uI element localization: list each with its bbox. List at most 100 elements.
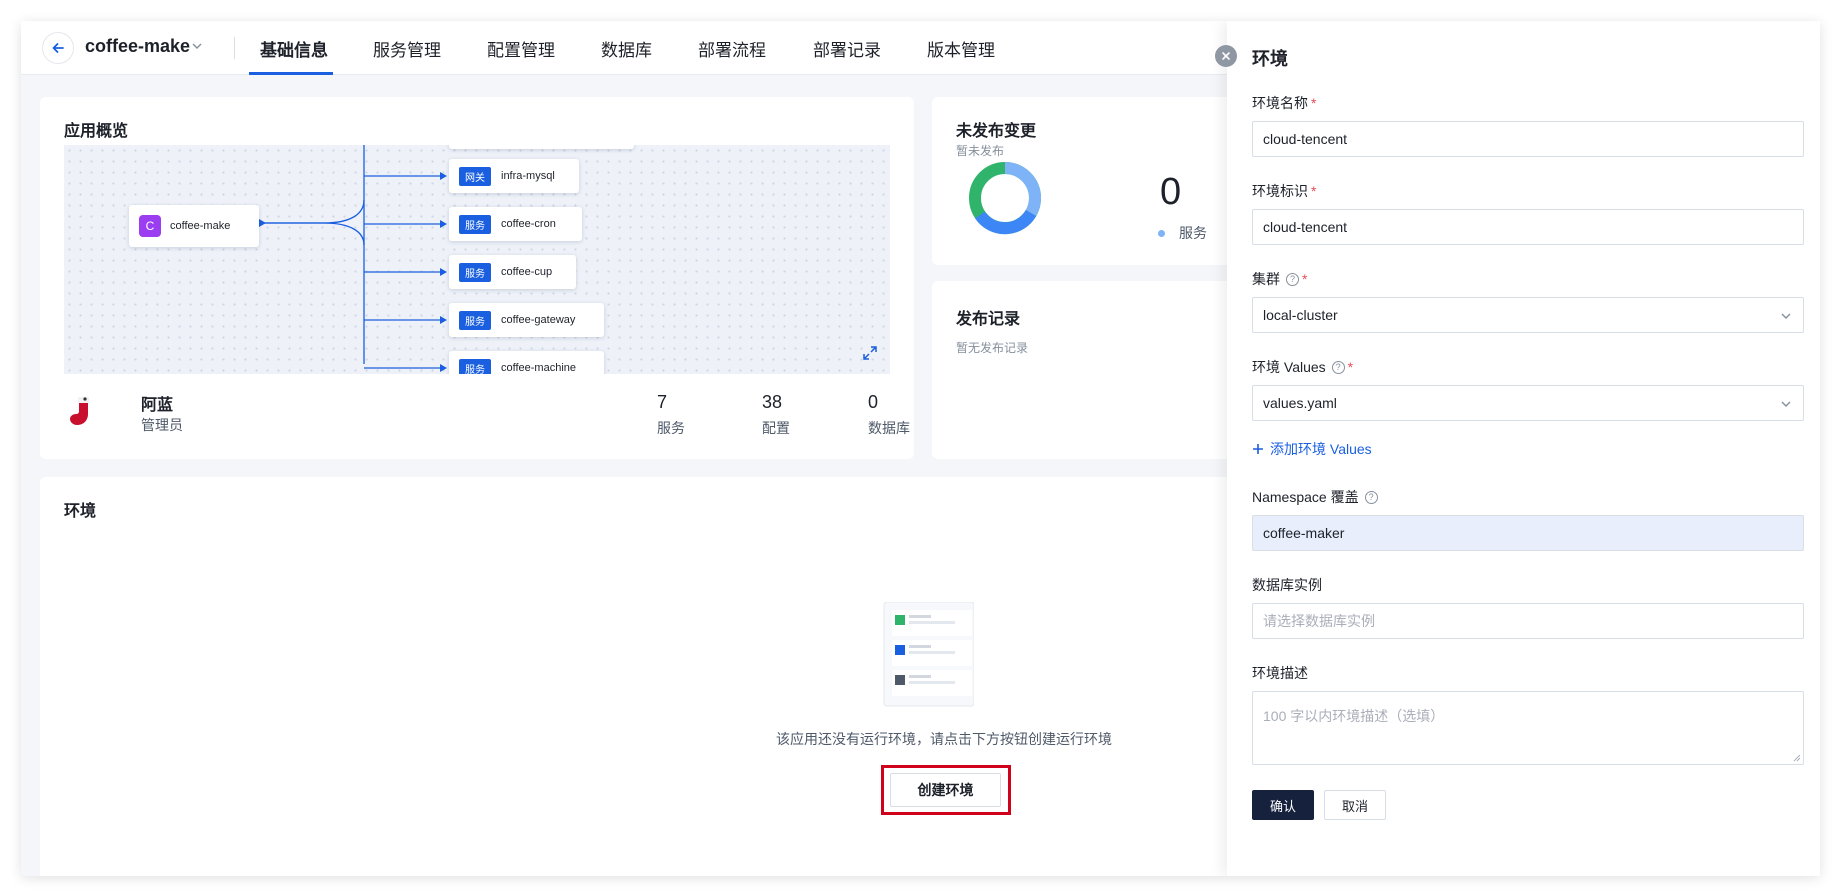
owner-name: 阿蓝 [141,397,174,414]
required-mark: * [1302,271,1308,287]
unreleased-legend-label: 服务 [1179,225,1207,241]
cancel-button[interactable]: 取消 [1324,790,1386,820]
help-icon[interactable]: ? [1364,490,1378,504]
chevron-down-icon [1781,401,1791,407]
topology-node[interactable]: 服务 coffee-gateway [449,303,604,337]
node-type-badge: 服务 [459,310,491,330]
tab-basic-info[interactable]: 基础信息 [260,36,328,61]
node-type-badge: 网关 [459,166,491,186]
stat-configs-value: 38 [762,392,783,412]
unreleased-count: 0 [1160,171,1182,213]
topology-node[interactable]: 服务 coffee-cron [449,207,582,241]
back-button[interactable] [42,32,74,64]
tab-config-management[interactable]: 配置管理 [487,36,555,61]
db-instance-label: 数据库实例 [1252,577,1322,593]
environment-drawer: 环境 环境名称 * cloud-tencent 环境标识 * cloud-tence… [1215,21,1820,876]
required-mark: * [1311,95,1317,111]
topology-node-partial[interactable] [449,145,634,149]
tab-deploy-records[interactable]: 部署记录 [813,36,881,61]
node-name: coffee-cup [501,266,553,278]
stat-databases-value: 0 [868,392,879,412]
node-name: infra-mysql [501,170,555,182]
topology-node[interactable]: 服务 coffee-machine [449,351,604,374]
owner-avatar [70,397,89,425]
namespace-label-text: Namespace 覆盖 [1252,489,1359,505]
cluster-label-text: 集群 [1252,271,1280,287]
unreleased-donut-chart [969,162,1041,235]
env-id-input[interactable]: cloud-tencent [1252,209,1804,245]
required-mark: * [1347,359,1354,375]
namespace-label: Namespace 覆盖? [1252,487,1378,507]
values-select-value: values.yaml [1263,395,1337,411]
required-mark: * [1311,183,1317,199]
environment-title: 环境 [64,503,97,520]
environment-card: 环境 该应用还没有运行环境，请点击下方按钮创建运行环境 创建环境 [40,477,1240,876]
tab-version-management[interactable]: 版本管理 [927,36,995,61]
release-records-empty: 暂无发布记录 [956,341,1029,355]
env-id-label: 环境标识 * [1252,181,1316,201]
node-name: coffee-machine [501,362,577,374]
node-name: coffee-gateway [501,314,576,326]
env-description-textarea[interactable]: 100 字以内环境描述（选填） [1252,691,1804,765]
close-icon [1222,52,1230,60]
add-values-label: 添加环境 Values [1270,441,1372,457]
env-name-label-text: 环境名称 [1252,95,1308,111]
app-window: coffee-make 基础信息 服务管理 配置管理 数据库 部署流程 部署记录… [21,21,1820,876]
env-id-label-text: 环境标识 [1252,183,1308,199]
help-icon[interactable]: ? [1286,272,1299,286]
unreleased-title: 未发布变更 [956,123,1037,140]
arrow-left-icon [52,43,64,53]
topology-node[interactable]: 网关 infra-mysql [449,159,579,193]
drawer-title: 环境 [1252,49,1288,69]
namespace-input[interactable]: coffee-maker [1252,515,1804,551]
env-name-input[interactable]: cloud-tencent [1252,121,1804,157]
release-records-title: 发布记录 [956,311,1021,328]
node-type-badge: 服务 [459,214,491,234]
node-type-badge: 服务 [459,358,491,374]
stat-services-label: 服务 [657,420,685,436]
env-name-label: 环境名称 * [1252,93,1316,113]
values-label: 环境 Values? * [1252,357,1353,377]
empty-state-illustration [883,602,974,707]
add-values-link[interactable]: 添加环境 Values [1252,439,1372,459]
app-overview-card: 应用概览 C coffee-make 网关 infra-mysql 服务 cof… [40,97,914,459]
env-description-label: 环境描述 [1252,665,1308,681]
chevron-down-icon[interactable] [191,41,203,51]
expand-icon[interactable] [862,345,878,361]
nav-divider [234,37,235,59]
stat-databases-label: 数据库 [868,420,910,436]
topology-node[interactable]: 服务 coffee-cup [449,255,576,289]
stat-configs-label: 配置 [762,420,790,436]
tab-service-management[interactable]: 服务管理 [373,36,441,61]
drawer-close-button[interactable] [1215,45,1237,67]
unreleased-subtitle: 暂未发布 [956,144,1005,158]
cluster-select-value: local-cluster [1263,307,1338,323]
confirm-button[interactable]: 确认 [1252,790,1314,820]
app-overview-title: 应用概览 [64,123,129,140]
node-name: coffee-cron [501,218,556,230]
app-avatar-icon: C [139,215,161,237]
topology-graph[interactable]: C coffee-make 网关 infra-mysql 服务 coffee-c… [64,145,890,374]
values-label-text: 环境 Values [1252,359,1326,375]
plus-icon [1253,444,1263,454]
environment-empty-text: 该应用还没有运行环境，请点击下方按钮创建运行环境 [776,731,1112,747]
owner-role: 管理员 [141,417,183,433]
create-environment-button[interactable]: 创建环境 [890,773,1001,807]
env-description-placeholder: 100 字以内环境描述（选填） [1263,708,1445,724]
cluster-select[interactable]: local-cluster [1252,297,1804,333]
root-node-name: coffee-make [170,220,231,232]
topology-root-node[interactable]: C coffee-make [129,205,259,247]
tab-deploy-pipeline[interactable]: 部署流程 [698,36,766,61]
tab-database[interactable]: 数据库 [601,36,652,61]
node-type-badge: 服务 [459,262,491,282]
app-name-selector[interactable]: coffee-make [85,36,190,57]
resize-handle-icon[interactable] [1793,754,1801,762]
active-tab-indicator [249,72,333,75]
db-instance-select[interactable]: 请选择数据库实例 [1252,603,1804,639]
legend-dot [1158,230,1165,237]
stat-services-value: 7 [657,392,668,412]
help-icon[interactable]: ? [1331,360,1345,374]
unreleased-changes-card: 未发布变更 暂未发布 0 服务 [932,97,1232,265]
values-select[interactable]: values.yaml [1252,385,1804,421]
chevron-down-icon [1781,313,1791,319]
